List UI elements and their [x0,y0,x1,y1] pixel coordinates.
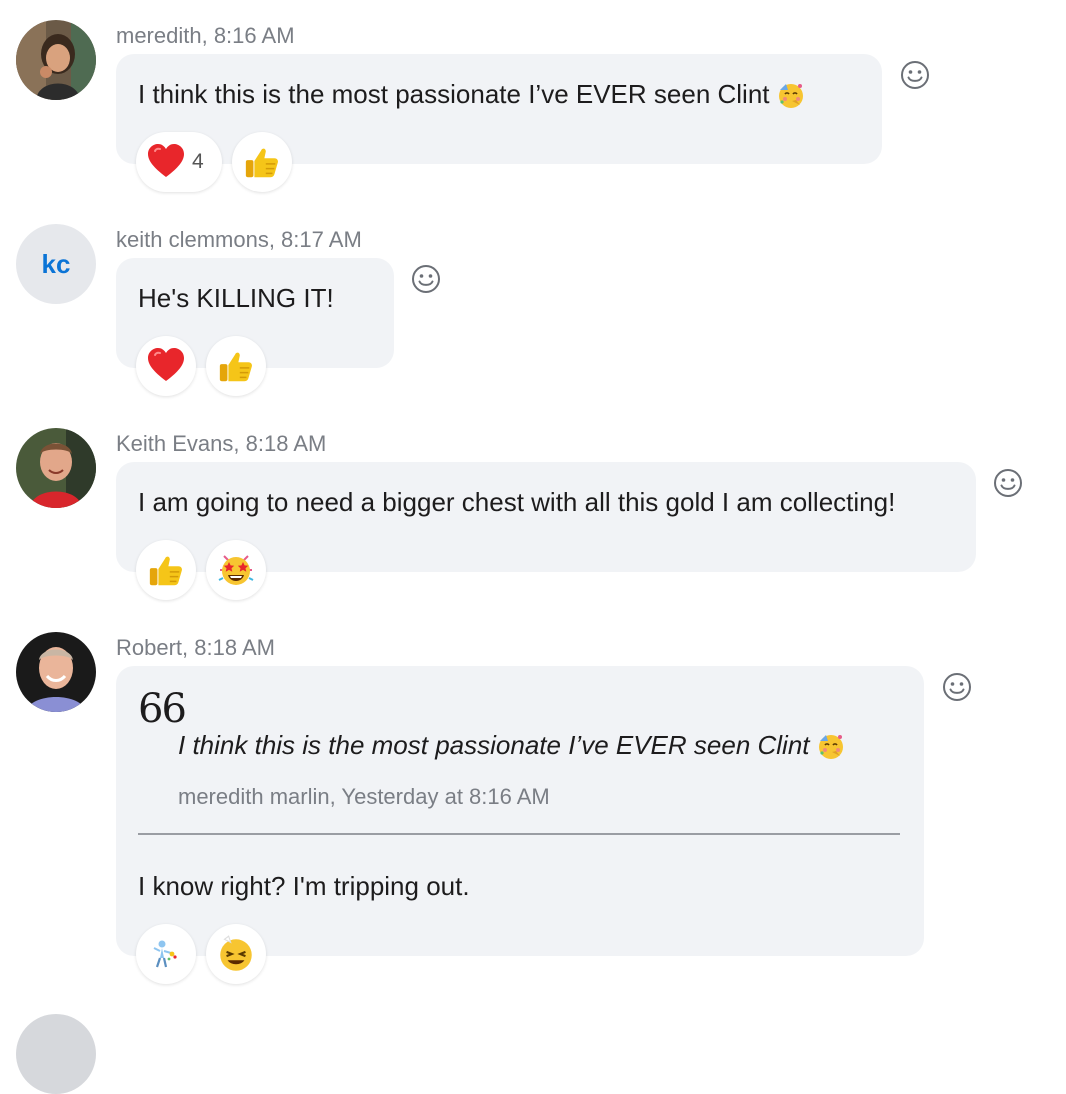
partying-face-icon [776,80,806,110]
red-heart-icon [146,346,186,386]
partying-face-icon [816,731,846,761]
reaction-star-struck[interactable] [206,540,266,600]
quote-mark: 66 [138,686,187,732]
avatar-keith-evans[interactable] [16,428,96,508]
reaction-thumbs-up[interactable] [232,132,292,192]
message-text-row: I know right? I'm tripping out. [138,871,470,902]
thumbs-up-icon [243,143,281,181]
thumbs-up-icon [217,347,255,385]
quote-attribution: meredith marlin, Yesterday at 8:16 AM [178,784,550,809]
add-reaction-icon[interactable] [942,672,972,702]
avatar-meredith[interactable] [16,20,96,100]
message-text-row: I think this is the most passionate I’ve… [138,79,806,110]
avatar-next-message[interactable] [16,1014,96,1094]
star-struck-face-icon [216,550,256,590]
add-reaction-icon[interactable] [993,468,1023,498]
reaction-bar [136,336,266,396]
add-reaction-icon[interactable] [411,264,441,294]
grinning-squinting-face-icon [215,933,257,975]
message-text: He's KILLING IT! [138,283,334,313]
red-heart-icon [146,142,186,182]
quoted-message: I think this is the most passionate I’ve… [178,730,846,761]
message-text: I think this is the most passionate I’ve… [138,79,770,109]
message-text: I am going to need a bigger chest with a… [138,487,896,517]
reaction-bar: 4 [136,132,292,192]
message-bubble: 66 I think this is the most passionate I… [116,666,924,956]
reaction-heart[interactable]: 4 [136,132,222,192]
message-text-row: He's KILLING IT! [138,283,334,314]
reaction-count: 4 [192,150,204,173]
add-reaction-icon[interactable] [900,60,930,90]
message-meta: Robert, 8:18 AM [116,635,275,660]
message-text: I know right? I'm tripping out. [138,871,470,901]
avatar-keith-clemmons[interactable]: kc [16,224,96,304]
message-meta: meredith, 8:16 AM [116,23,295,48]
quote-divider [138,833,900,835]
quoted-text: I think this is the most passionate I’ve… [178,730,810,760]
reaction-thumbs-up[interactable] [206,336,266,396]
reaction-dancer[interactable] [136,924,196,984]
avatar-robert[interactable] [16,632,96,712]
reaction-heart[interactable] [136,336,196,396]
reaction-squint-face[interactable] [206,924,266,984]
thumbs-up-icon [147,551,185,589]
message-text-row: I am going to need a bigger chest with a… [138,487,895,518]
reaction-thumbs-up[interactable] [136,540,196,600]
message-meta: Keith Evans, 8:18 AM [116,431,327,456]
reaction-bar [136,924,266,984]
message-meta: keith clemmons, 8:17 AM [116,227,362,252]
dancing-figure-icon [146,934,186,974]
reaction-bar [136,540,266,600]
